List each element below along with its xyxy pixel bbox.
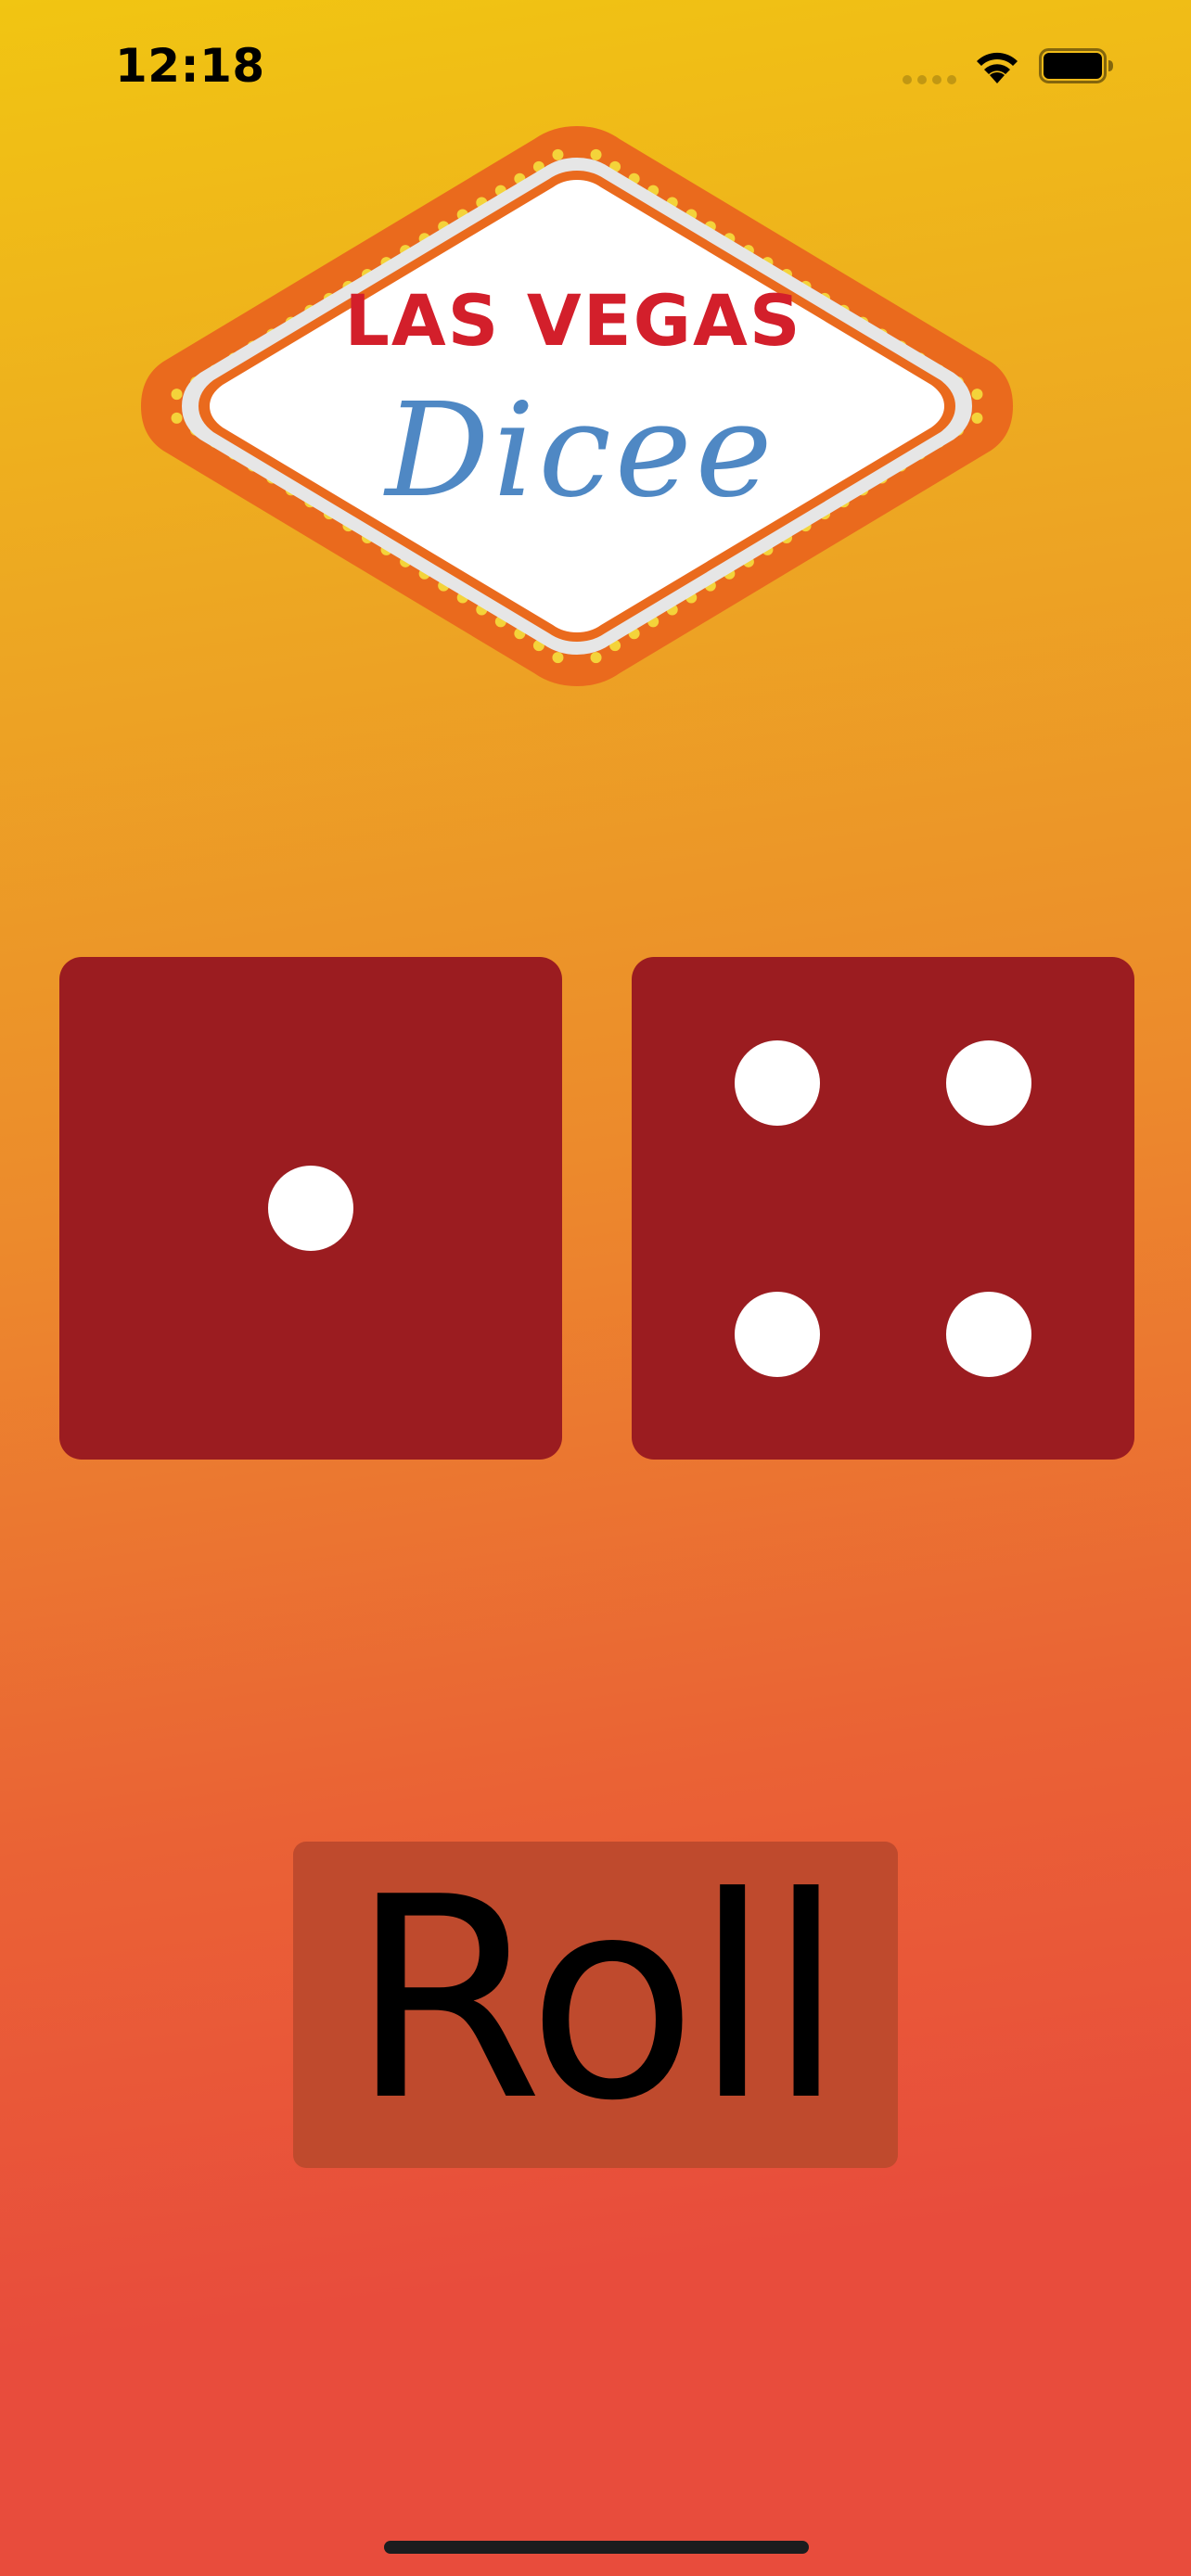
logo-title-dicee: Dicee: [382, 376, 775, 527]
cellular-signal-icon: [903, 75, 956, 84]
logo-title-las-vegas: LAS VEGAS: [344, 279, 801, 362]
die-pip: [735, 1039, 821, 1126]
die-pip: [945, 1291, 1031, 1377]
die-pip: [945, 1039, 1031, 1126]
las-vegas-dicee-logo: LAS VEGAS Dicee: [141, 126, 1013, 686]
marquee-bulb: [552, 148, 564, 160]
battery-icon: [1039, 48, 1113, 83]
roll-button[interactable]: Roll: [293, 1842, 898, 2168]
status-time: 12:18: [115, 39, 265, 93]
die-pip: [735, 1291, 821, 1377]
dice-left: [59, 957, 562, 1460]
marquee-bulb: [552, 652, 564, 664]
roll-button-label: Roll: [350, 1838, 844, 2162]
die-pip: [268, 1166, 353, 1251]
marquee-bulb: [971, 389, 983, 401]
dice-right: [632, 957, 1134, 1460]
marquee-bulb: [171, 389, 183, 401]
marquee-bulb: [171, 412, 183, 424]
wifi-icon: [977, 52, 1018, 83]
marquee-bulb: [590, 652, 602, 664]
marquee-bulb: [971, 412, 983, 424]
marquee-bulb: [590, 148, 602, 160]
home-indicator[interactable]: [384, 2541, 809, 2554]
